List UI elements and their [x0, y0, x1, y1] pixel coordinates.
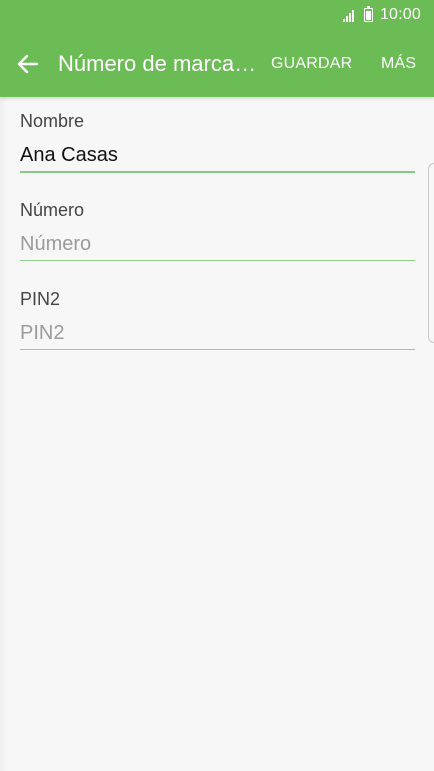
signal-icon: [342, 8, 359, 22]
header: 10:00 Número de marcación fija GUARDAR M…: [0, 0, 434, 97]
number-underline: [20, 260, 415, 261]
pin2-underline: [20, 349, 415, 350]
status-indicators: 10:00: [342, 5, 421, 24]
more-button[interactable]: MÁS: [381, 55, 416, 73]
back-button[interactable]: [14, 50, 42, 78]
battery-icon: [363, 5, 373, 22]
name-input[interactable]: [20, 139, 415, 171]
pin2-field: PIN2: [20, 287, 415, 350]
number-field: Número: [20, 198, 415, 261]
status-time: 10:00: [379, 6, 421, 23]
save-button[interactable]: GUARDAR: [271, 55, 352, 73]
status-bar: 10:00: [0, 0, 434, 32]
name-underline: [20, 171, 415, 173]
edge-shade: [0, 97, 8, 771]
arrow-left-icon: [17, 54, 39, 74]
number-label: Número: [20, 200, 85, 220]
number-input[interactable]: [20, 228, 415, 260]
screen: 10:00 Número de marcación fija GUARDAR M…: [0, 0, 434, 771]
page-title: Número de marcación fija: [58, 51, 260, 76]
pin2-input[interactable]: [20, 317, 415, 349]
app-bar: Número de marcación fija GUARDAR MÁS: [0, 32, 434, 97]
name-field: Nombre: [20, 109, 415, 173]
edge-panel-handle[interactable]: [428, 163, 434, 343]
name-label: Nombre: [20, 111, 85, 131]
pin2-label: PIN2: [20, 289, 61, 309]
